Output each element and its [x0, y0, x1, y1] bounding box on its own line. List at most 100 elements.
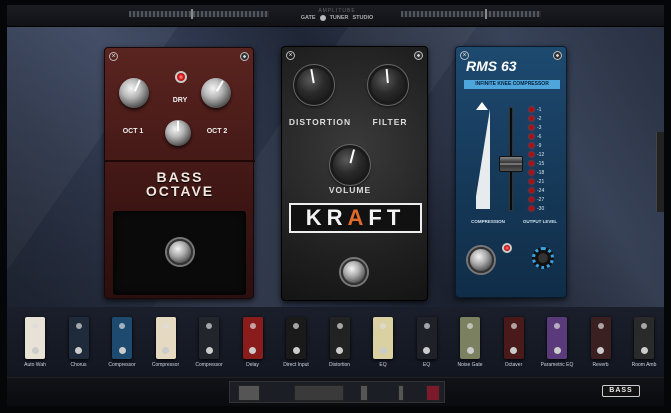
browser-item[interactable]: Delay: [233, 317, 273, 368]
led-meter-row: -18: [529, 168, 544, 177]
browser-item[interactable]: Auto Wah: [15, 317, 55, 368]
compression-slider-handle[interactable]: [499, 156, 523, 172]
browser-item-label: Room Amb: [631, 362, 657, 368]
close-icon[interactable]: ×: [109, 52, 118, 61]
pedal-thumbnail-icon: [503, 317, 524, 359]
bass-octave-pedal: × DRY OCT 1 OCT 2 BASS OCTAVE: [104, 47, 255, 299]
oct2-knob[interactable]: [201, 78, 231, 108]
bass-mode-button[interactable]: BASS: [602, 385, 640, 397]
chain-stomp-section[interactable]: [238, 385, 260, 401]
led-scale-label: -1: [537, 106, 542, 113]
chain-cab-section[interactable]: [360, 385, 368, 401]
pedal-thumbnail-icon: [590, 317, 611, 359]
led-indicator: [529, 143, 534, 148]
chain-amp-section[interactable]: [294, 385, 344, 401]
led-indicator: [529, 134, 534, 139]
led-meter-row: -1: [529, 105, 544, 114]
footswitch[interactable]: [468, 247, 494, 273]
chain-rack-section[interactable]: [398, 385, 404, 401]
amp-screen: AMPLITUBE GATE TUNER STUDIO × DRY OCT 1 …: [7, 5, 664, 406]
volume-label: VOLUME: [328, 185, 372, 195]
led-indicator: [529, 107, 534, 112]
power-icon[interactable]: [319, 15, 326, 21]
browser-item-label: Parametric EQ: [540, 362, 574, 368]
browser-item[interactable]: Room Amb: [624, 317, 664, 368]
led-meter-row: -24: [529, 186, 544, 195]
pedal-name-line2: OCTAVE: [145, 183, 215, 199]
app-frame: AMPLITUBE GATE TUNER STUDIO × DRY OCT 1 …: [0, 0, 671, 413]
browser-item-label: Direct Input: [283, 362, 309, 368]
pedal-name-line1: BASS: [156, 169, 204, 185]
led-scale-label: -30: [537, 205, 545, 212]
tuner-button[interactable]: TUNER: [330, 15, 349, 21]
pedal-title: RMS 63: [466, 58, 517, 74]
kraft-distortion-pedal: × DISTORTION FILTER VOLUME KRAFT: [281, 46, 428, 301]
led-indicator: [529, 116, 534, 121]
oct1-knob[interactable]: [119, 78, 149, 108]
led-scale-label: -27: [537, 196, 545, 203]
output-knob[interactable]: [532, 247, 554, 269]
close-icon[interactable]: ×: [286, 51, 295, 60]
led-indicator: [529, 188, 534, 193]
browser-item-label: Compressor: [195, 362, 223, 368]
volume-knob[interactable]: [329, 144, 371, 186]
pedal-subtitle: INFINITE KNEE COMPRESSOR: [464, 80, 560, 89]
output-meter-marker: [485, 9, 487, 19]
dry-label: DRY: [172, 97, 188, 104]
side-panel-handle[interactable]: [656, 132, 664, 212]
browser-item-label: Compressor: [151, 362, 180, 368]
filter-knob[interactable]: [367, 64, 409, 106]
browser-item[interactable]: Distortion: [320, 317, 360, 368]
footswitch[interactable]: [341, 259, 367, 285]
browser-item[interactable]: Parametric EQ: [537, 317, 577, 368]
led-indicator: [529, 197, 534, 202]
pedal-bypass-icon[interactable]: [240, 52, 249, 61]
browser-item[interactable]: Direct Input: [276, 317, 316, 368]
gate-button[interactable]: GATE: [301, 15, 316, 21]
browser-item[interactable]: Chorus: [59, 317, 99, 368]
browser-item[interactable]: Octaver: [494, 317, 534, 368]
pedal-divider: [105, 160, 255, 162]
browser-item[interactable]: Compressor: [146, 317, 186, 368]
app-title: AMPLITUBE: [318, 8, 356, 14]
browser-item-label: Chorus: [70, 362, 87, 368]
browser-item[interactable]: Compressor: [102, 317, 142, 368]
dry-knob[interactable]: [165, 120, 191, 146]
pedal-thumbnail-icon: [25, 317, 45, 359]
browser-item-label: Noise Gate: [457, 362, 483, 368]
led-scale-label: -3: [537, 124, 542, 131]
pedal-thumbnail-icon: [373, 317, 393, 359]
browser-item[interactable]: Compressor: [189, 317, 229, 368]
signal-chain-overview[interactable]: [229, 381, 445, 403]
browser-item-label: Auto Wah: [24, 362, 46, 368]
output-level-meter[interactable]: [401, 9, 541, 19]
browser-item[interactable]: Noise Gate: [450, 317, 490, 368]
pedal-bypass-icon[interactable]: [414, 51, 423, 60]
browser-item[interactable]: Reverb: [581, 317, 621, 368]
browser-item[interactable]: EQ: [363, 317, 403, 368]
input-level-meter[interactable]: [129, 9, 269, 19]
compression-ramp[interactable]: [474, 109, 490, 209]
browser-item-label: Compressor: [108, 362, 136, 368]
led-meter-row: -2: [529, 114, 544, 123]
browser-item[interactable]: EQ: [407, 317, 447, 368]
status-led: [175, 71, 187, 83]
led-scale-label: -12: [537, 151, 545, 158]
footswitch[interactable]: [167, 239, 193, 265]
studio-button[interactable]: STUDIO: [353, 15, 374, 21]
led-scale-label: -18: [537, 169, 545, 176]
browser-item-label: EQ: [379, 362, 387, 368]
pedal-thumbnail-icon: [460, 317, 480, 359]
pedal-thumbnail-icon: [68, 317, 89, 359]
pedal-thumbnail-icon: [199, 317, 219, 359]
led-indicator: [529, 206, 534, 211]
pedal-bypass-icon[interactable]: [553, 51, 562, 60]
led-scale-label: -9: [537, 142, 542, 149]
led-scale-label: -21: [537, 178, 545, 185]
distortion-knob[interactable]: [293, 64, 335, 106]
chain-output-section[interactable]: [426, 385, 440, 401]
bottom-bar: BASS: [7, 377, 664, 406]
kraft-logo: KRAFT: [289, 203, 422, 233]
pedal-thumbnail-icon: [155, 317, 176, 359]
led-meter-row: -3: [529, 123, 544, 132]
